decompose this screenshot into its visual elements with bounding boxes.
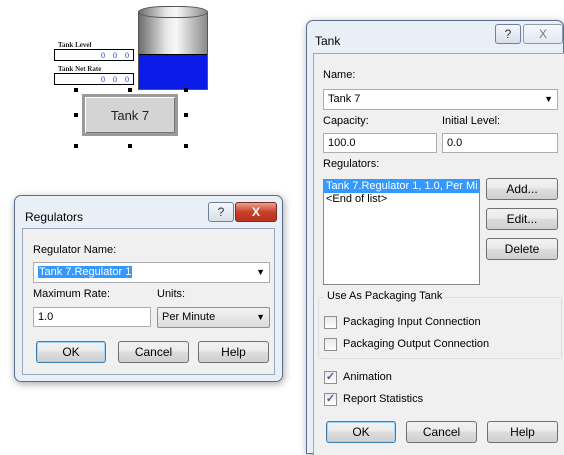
add-label: Add... xyxy=(506,182,538,196)
name-value: Tank 7 xyxy=(328,93,361,105)
tank-net-rate-value-3: 0 xyxy=(125,74,129,84)
tank-dialog-title: Tank xyxy=(315,34,341,48)
selection-handle-bm[interactable] xyxy=(128,144,132,148)
maximum-rate-input[interactable]: 1.0 xyxy=(33,307,151,327)
chevron-down-icon: ▼ xyxy=(256,267,265,277)
tank-close-button[interactable]: X xyxy=(523,24,563,44)
close-icon: X xyxy=(538,27,547,41)
report-statistics-label[interactable]: Report Statistics xyxy=(343,393,423,405)
packaging-group-title: Use As Packaging Tank xyxy=(324,290,446,302)
tank-help-label: Help xyxy=(510,425,535,439)
name-combo[interactable]: Tank 7 ▼ xyxy=(323,89,558,110)
units-value: Per Minute xyxy=(162,311,216,323)
tank-level-value-1: 0 xyxy=(101,50,105,60)
tank-vessel-icon xyxy=(138,6,208,90)
regulator-name-label: Regulator Name: xyxy=(33,244,117,256)
tank-help-text-button[interactable]: Help xyxy=(487,421,558,443)
tank-level-fill xyxy=(139,54,207,89)
tank-level-label: Tank Level xyxy=(58,41,92,49)
regulators-cancel-button[interactable]: Cancel xyxy=(118,341,189,363)
tank-dialog: Tank ? X Name: Tank 7 ▼ Capacity: Initia… xyxy=(306,20,564,455)
report-statistics-checkbox[interactable]: ✓ xyxy=(324,393,337,406)
regulators-dialog-body: Regulator Name: Tank 7.Regulator 1 ▼ Max… xyxy=(22,228,275,375)
add-button[interactable]: Add... xyxy=(486,178,558,200)
regulators-ok-button[interactable]: OK xyxy=(36,341,106,363)
regulators-help-text-button[interactable]: Help xyxy=(198,341,269,363)
selection-handle-tr[interactable] xyxy=(184,88,188,92)
tank-net-rate-display: 0 0 0 xyxy=(54,73,134,85)
help-icon: ? xyxy=(217,205,225,219)
packaging-output-checkbox[interactable] xyxy=(324,338,337,351)
initial-level-label: Initial Level: xyxy=(442,115,501,127)
tank-7-block[interactable]: Tank 7 xyxy=(82,94,178,136)
delete-button[interactable]: Delete xyxy=(486,238,558,260)
tank-net-rate-value-1: 0 xyxy=(101,74,105,84)
help-icon: ? xyxy=(504,27,512,41)
list-item[interactable]: Tank 7.Regulator 1, 1.0, Per Mi xyxy=(324,180,479,193)
selection-handle-br[interactable] xyxy=(184,144,188,148)
capacity-input[interactable]: 100.0 xyxy=(323,133,437,153)
tank-dialog-body: Name: Tank 7 ▼ Capacity: Initial Level: … xyxy=(313,53,564,455)
selection-handle-ml[interactable] xyxy=(74,113,78,117)
packaging-input-checkbox[interactable] xyxy=(324,316,337,329)
tank-level-display: 0 0 0 xyxy=(54,49,134,61)
packaging-output-label[interactable]: Packaging Output Connection xyxy=(343,338,489,350)
name-label: Name: xyxy=(323,69,356,81)
tank-graphic[interactable]: Tank Level 0 0 0 Tank Net Rate 0 0 0 Tan… xyxy=(54,6,214,156)
edit-button[interactable]: Edit... xyxy=(486,208,558,230)
units-select[interactable]: Per Minute ▼ xyxy=(157,307,270,328)
tank-level-value-2: 0 xyxy=(113,50,117,60)
list-item[interactable]: <End of list> xyxy=(324,193,479,206)
regulator-name-value: Tank 7.Regulator 1 xyxy=(38,266,133,278)
tank-cancel-button[interactable]: Cancel xyxy=(406,421,477,443)
regulator-name-combo[interactable]: Tank 7.Regulator 1 ▼ xyxy=(33,262,270,283)
selection-handle-tl[interactable] xyxy=(74,88,78,92)
capacity-label: Capacity: xyxy=(323,115,369,127)
regulators-label: Regulators: xyxy=(323,158,380,170)
tank-vessel-top xyxy=(138,6,208,18)
packaging-input-label[interactable]: Packaging Input Connection xyxy=(343,316,481,328)
regulators-list[interactable]: Tank 7.Regulator 1, 1.0, Per Mi <End of … xyxy=(323,179,480,285)
regulators-help-button[interactable]: ? xyxy=(208,202,234,222)
units-label: Units: xyxy=(157,288,186,300)
regulators-dialog: Regulators ? X Regulator Name: Tank 7.Re… xyxy=(14,195,283,382)
close-icon: X xyxy=(251,205,260,219)
selection-handle-bl[interactable] xyxy=(74,144,78,148)
animation-checkbox[interactable]: ✓ xyxy=(324,371,337,384)
chevron-down-icon: ▼ xyxy=(256,312,265,322)
animation-label[interactable]: Animation xyxy=(343,371,392,383)
tank-cancel-label: Cancel xyxy=(422,425,461,439)
regulators-close-button[interactable]: X xyxy=(235,202,277,222)
maximum-rate-label: Maximum Rate: xyxy=(33,288,111,300)
tank-7-block-label: Tank 7 xyxy=(110,107,150,123)
tank-level-value-3: 0 xyxy=(125,50,129,60)
tank-vessel-body xyxy=(138,12,208,90)
initial-level-input[interactable]: 0.0 xyxy=(442,133,558,153)
tank-net-rate-label: Tank Net Rate xyxy=(58,65,102,73)
regulators-ok-label: OK xyxy=(62,345,80,359)
regulators-cancel-label: Cancel xyxy=(134,345,173,359)
regulators-help-label: Help xyxy=(221,345,246,359)
delete-label: Delete xyxy=(504,242,540,256)
selection-handle-tm[interactable] xyxy=(128,88,132,92)
tank-ok-button[interactable]: OK xyxy=(326,421,396,443)
tank-ok-label: OK xyxy=(352,425,370,439)
tank-help-button[interactable]: ? xyxy=(495,24,521,44)
selection-handle-mr[interactable] xyxy=(184,113,188,117)
chevron-down-icon: ▼ xyxy=(544,94,553,104)
tank-net-rate-value-2: 0 xyxy=(113,74,117,84)
regulators-dialog-title: Regulators xyxy=(25,210,84,224)
edit-label: Edit... xyxy=(506,212,538,226)
